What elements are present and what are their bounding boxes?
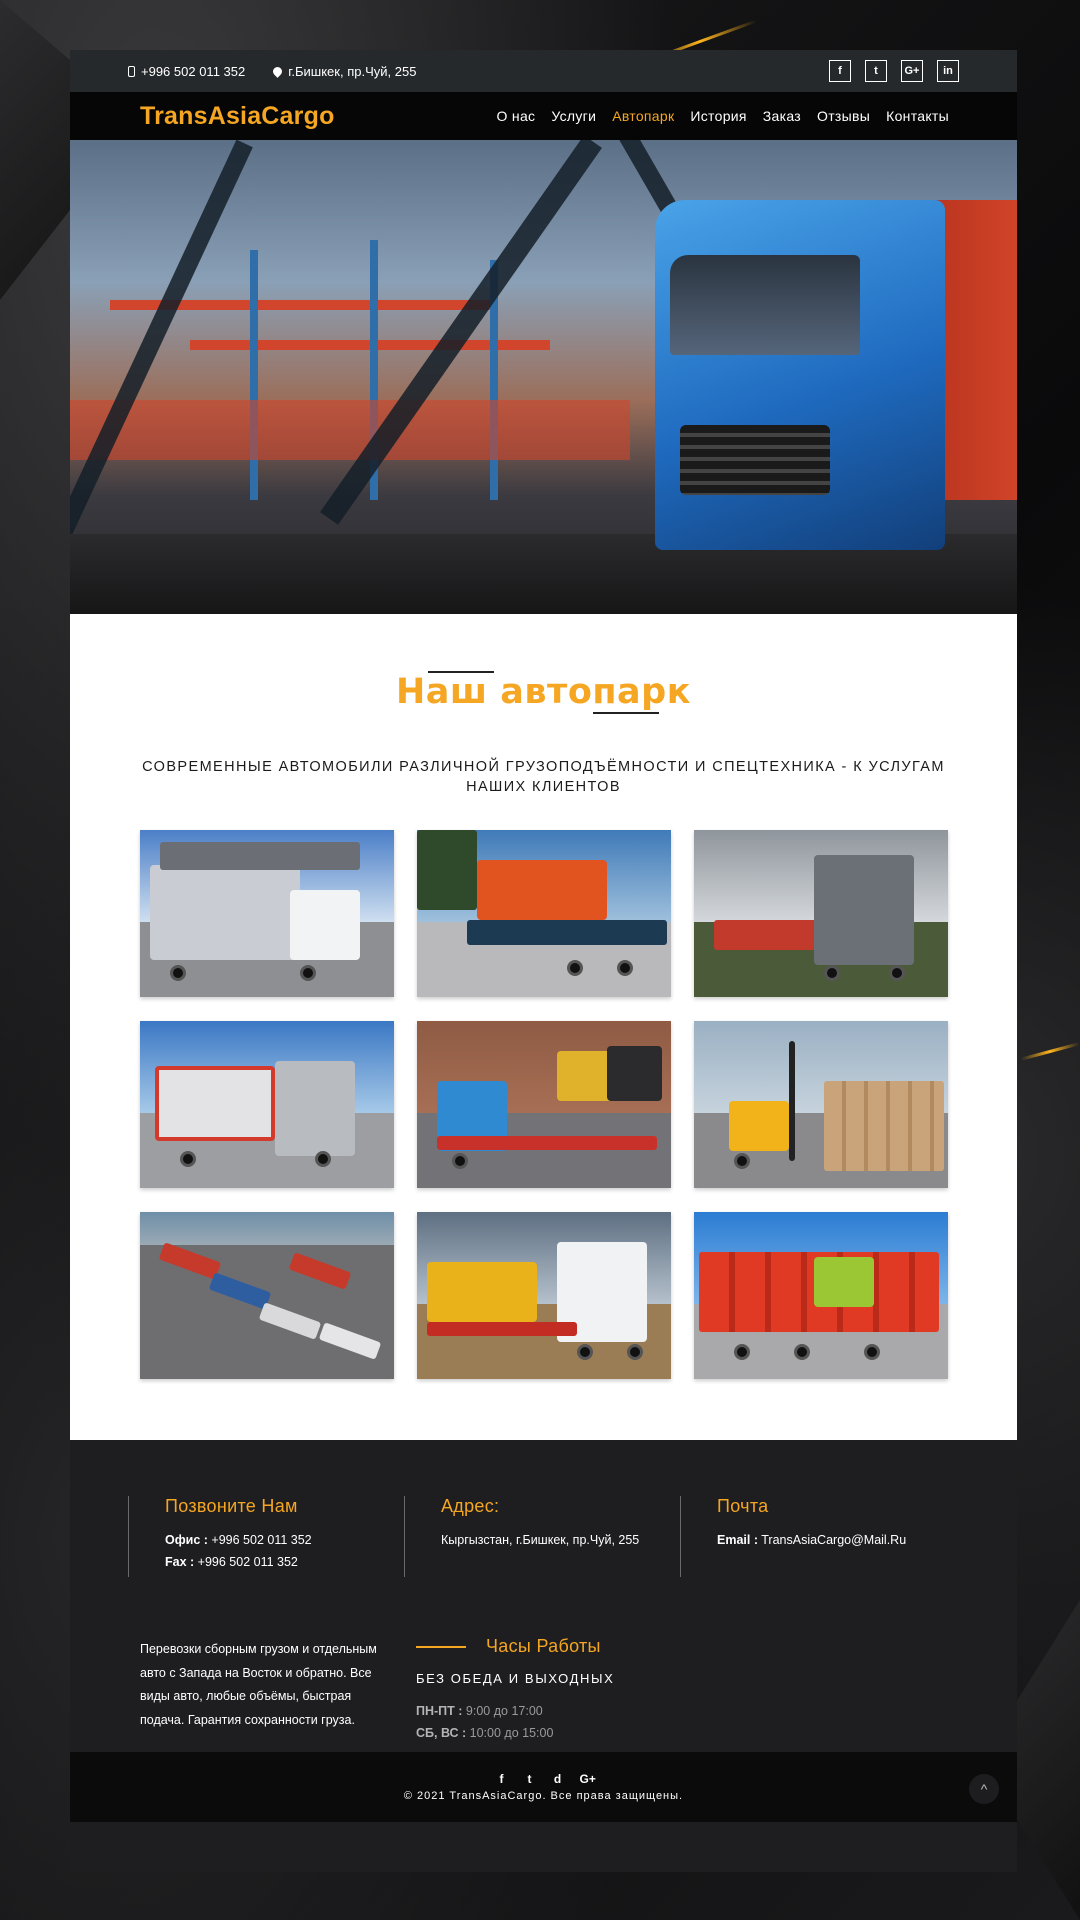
nav-item-about[interactable]: О нас (497, 108, 536, 124)
main-nav: TransAsiaCargo О нас Услуги Автопарк Ист… (70, 92, 1017, 140)
gallery-photo-car-carrier[interactable] (140, 830, 394, 997)
nav-item-order[interactable]: Заказ (763, 108, 801, 124)
page-container: +996 502 011 352 г.Бишкек, пр.Чуй, 255 f… (70, 50, 1017, 1872)
contact-call: Позвоните Нам Офис : +996 502 011 352 Fa… (128, 1496, 404, 1577)
address-title: Адрес: (441, 1496, 500, 1516)
truck-cab (655, 200, 945, 550)
crane-leg (250, 250, 258, 500)
email-label: Email : (717, 1533, 758, 1547)
top-bar: +996 502 011 352 г.Бишкек, пр.Чуй, 255 f… (70, 50, 1017, 92)
gallery-photo-excavator-haulage[interactable] (417, 1212, 671, 1379)
gallery-photo-daf-tanker[interactable] (140, 1021, 394, 1188)
nav-item-services[interactable]: Услуги (551, 108, 596, 124)
office-label: Офис : (165, 1533, 208, 1547)
bottom-bar: f t d G+ © 2021 TransAsiaCargo. Все прав… (70, 1752, 1017, 1822)
gallery-photo-trailer-tractors[interactable] (694, 1212, 948, 1379)
bridge-beam (320, 140, 602, 525)
linkedin-icon[interactable]: in (937, 60, 959, 82)
bridge-beam (70, 140, 253, 601)
contact-address: Адрес: Кыргызстан, г.Бишкек, пр.Чуй, 255 (404, 1496, 680, 1577)
phone-icon (128, 65, 135, 77)
hours-decor-line (416, 1645, 466, 1648)
fleet-title: Наш автопарк (396, 672, 691, 712)
site-logo[interactable]: TransAsiaCargo (140, 102, 335, 131)
map-pin-icon (271, 64, 285, 78)
dribbble-icon[interactable]: d (552, 1772, 564, 1786)
fax-label: Fax : (165, 1555, 195, 1569)
address-value: Кыргызстан, г.Бишкек, пр.Чуй, 255 (441, 1533, 640, 1547)
twitter-icon[interactable]: t (865, 60, 887, 82)
weekend-value: 10:00 до 15:00 (469, 1726, 554, 1740)
mail-title: Почта (717, 1496, 769, 1516)
call-title: Позвоните Нам (165, 1496, 298, 1516)
truck-grille (680, 425, 830, 495)
phone-text: +996 502 011 352 (141, 63, 246, 79)
copyright: © 2021 TransAsiaCargo. Все права защищен… (403, 1790, 684, 1802)
nav-item-fleet[interactable]: Автопарк (612, 108, 674, 124)
google-plus-icon[interactable]: G+ (901, 60, 923, 82)
footer: Позвоните Нам Офис : +996 502 011 352 Fa… (70, 1440, 1017, 1802)
email-link[interactable]: TransAsiaCargo@Mail.Ru (761, 1533, 906, 1547)
nav-item-contacts[interactable]: Контакты (886, 108, 949, 124)
nav-item-history[interactable]: История (690, 108, 746, 124)
fleet-section: Наш автопарк СОВРЕМЕННЫЕ АВТОМОБИЛИ РАЗЛ… (70, 614, 1017, 1440)
hours-subtitle: БЕЗ ОБЕДА И ВЫХОДНЫХ (416, 1671, 615, 1686)
google-plus-icon[interactable]: G+ (580, 1772, 596, 1786)
about-text: Перевозки сборным грузом и отдельным авт… (140, 1642, 377, 1727)
nav-item-reviews[interactable]: Отзывы (817, 108, 870, 124)
bottom-social-links: f t d G+ (70, 1772, 1017, 1786)
nav-menu: О нас Услуги Автопарк История Заказ Отзы… (497, 108, 949, 124)
hours-title: Часы Работы (486, 1636, 601, 1656)
gallery-photo-mercedes-tractor[interactable] (694, 830, 948, 997)
hours-weekend: СБ, ВС : 10:00 до 15:00 (416, 1722, 716, 1744)
hero-image (70, 140, 1017, 614)
fax-number: +996 502 011 352 (197, 1555, 298, 1569)
weekend-label: СБ, ВС : (416, 1726, 467, 1740)
facebook-icon[interactable]: f (496, 1772, 508, 1786)
working-hours: Часы Работы БЕЗ ОБЕДА И ВЫХОДНЫХ ПН-ПТ :… (416, 1636, 716, 1744)
fleet-gallery (140, 830, 948, 1379)
fleet-subtitle: СОВРЕМЕННЫЕ АВТОМОБИЛИ РАЗЛИЧНОЙ ГРУЗОПО… (142, 759, 945, 795)
gallery-photo-heavy-crawler[interactable] (417, 830, 671, 997)
address-info: г.Бишкек, пр.Чуй, 255 (271, 63, 417, 79)
contact-columns: Позвоните Нам Офис : +996 502 011 352 Fa… (128, 1496, 956, 1577)
twitter-icon[interactable]: t (524, 1772, 536, 1786)
truck-windshield (670, 255, 860, 355)
title-decor-line (593, 712, 659, 714)
social-links: f t G+ in (829, 60, 959, 82)
office-phone[interactable]: +996 502 011 352 (211, 1533, 311, 1547)
weekdays-label: ПН-ПТ : (416, 1704, 463, 1718)
hours-weekdays: ПН-ПТ : 9:00 до 17:00 (416, 1700, 716, 1722)
gallery-photo-forklift[interactable] (694, 1021, 948, 1188)
address-text: г.Бишкек, пр.Чуй, 255 (288, 63, 417, 79)
weekdays-value: 9:00 до 17:00 (465, 1704, 543, 1718)
scroll-to-top-button[interactable]: ^ (969, 1774, 999, 1804)
containers (70, 400, 630, 460)
phone-info: +996 502 011 352 (128, 64, 245, 79)
facebook-icon[interactable]: f (829, 60, 851, 82)
contact-mail: Почта Email : TransAsiaCargo@Mail.Ru (680, 1496, 956, 1577)
gallery-photo-truck-terminal[interactable] (140, 1212, 394, 1379)
gallery-photo-lowboy-trailer[interactable] (417, 1021, 671, 1188)
